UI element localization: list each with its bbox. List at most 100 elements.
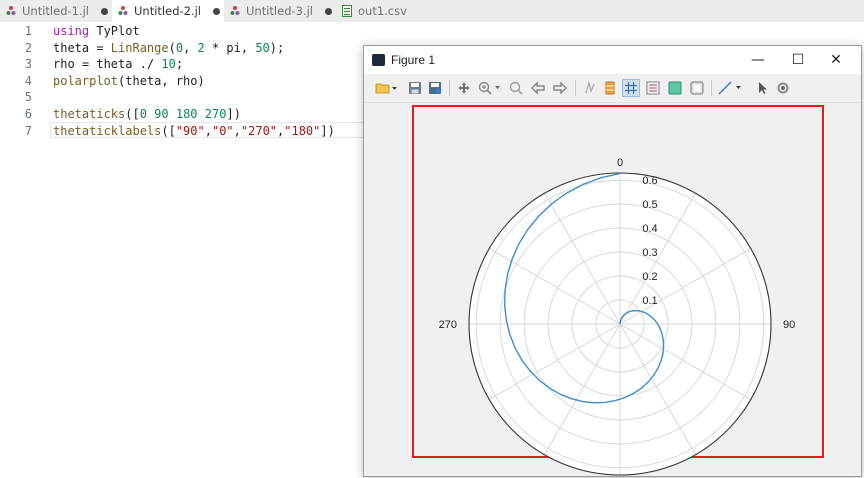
figure-app-icon <box>372 54 385 66</box>
julia-file-icon <box>118 6 128 15</box>
toolbar-separator <box>575 80 576 96</box>
line-number: 5 <box>24 90 32 105</box>
maximize-button[interactable]: ☐ <box>778 46 818 74</box>
code-token: thetaticks <box>53 107 126 121</box>
tab-label: Untitled-2.jl <box>134 4 202 18</box>
open-icon[interactable] <box>374 79 398 97</box>
julia-file-icon <box>230 6 240 15</box>
r-tick-label: 0.6 <box>642 175 657 187</box>
code-token: , <box>204 123 212 138</box>
forward-icon[interactable] <box>551 79 569 97</box>
modified-dot-icon <box>213 7 221 15</box>
line-number: 4 <box>24 73 32 88</box>
code-token: 270 <box>204 107 227 121</box>
code-token: , <box>183 40 198 55</box>
tab-out1-csv[interactable]: out1.csv <box>336 0 418 22</box>
colormap-icon[interactable] <box>666 79 684 97</box>
data-cursor-icon[interactable] <box>581 79 599 97</box>
r-tick-label: 0.3 <box>642 247 657 259</box>
code-token: "180" <box>284 123 321 138</box>
code-token: LinRange <box>110 40 169 55</box>
minimize-icon: — <box>751 52 765 68</box>
theta-tick-label: 90 <box>783 319 795 331</box>
tab-untitled-3[interactable]: Untitled-3.jl <box>224 0 336 22</box>
minimize-button[interactable]: — <box>738 46 778 74</box>
r-tick-label: 0.1 <box>642 295 657 307</box>
code-token: "0" <box>211 123 234 138</box>
code-token: 180 <box>175 107 198 121</box>
tab-untitled-2[interactable]: Untitled-2.jl <box>112 0 224 22</box>
code-token: using <box>53 24 90 38</box>
figure-title-bar[interactable]: Figure 1 — ☐ ✕ <box>364 46 861 74</box>
toolbar-separator <box>711 80 712 96</box>
box-icon[interactable] <box>688 79 706 97</box>
settings-icon[interactable] <box>774 79 792 97</box>
code-token: ([ <box>161 123 176 138</box>
line-number: 3 <box>24 57 32 72</box>
line-number: 6 <box>24 107 32 121</box>
code-token: ); <box>269 40 285 55</box>
code-token: (theta, rho) <box>118 73 205 88</box>
tab-label: Untitled-3.jl <box>246 4 314 18</box>
back-icon[interactable] <box>529 79 547 97</box>
theta-tick-label: 0 <box>617 157 623 169</box>
code-text: rho = theta ./ 10; <box>53 56 183 73</box>
julia-file-icon <box>6 6 16 15</box>
code-text: theta = LinRange(0, 2 * pi, 50); <box>53 40 284 57</box>
code-token: "270" <box>240 123 278 138</box>
line-number: 7 <box>24 123 32 138</box>
r-tick-label: 0.4 <box>642 223 657 235</box>
grid-icon[interactable] <box>622 79 640 97</box>
code-token: ]) <box>226 107 241 121</box>
zoom-reset-icon[interactable] <box>507 79 525 97</box>
code-token: 0 <box>139 107 147 121</box>
code-token: 90 <box>154 107 169 121</box>
code-text: thetaticks([0 90 180 270]) <box>53 106 241 123</box>
legend-icon[interactable] <box>644 79 662 97</box>
code-token: 0 <box>175 40 184 55</box>
code-token: 50 <box>255 40 270 55</box>
code-token: "90" <box>175 123 205 138</box>
code-token: polarplot <box>53 73 119 88</box>
zoom-in-icon[interactable] <box>477 79 503 97</box>
modified-dot-icon <box>325 7 333 15</box>
pan-icon[interactable] <box>455 79 473 97</box>
close-icon: ✕ <box>830 52 842 68</box>
line-icon[interactable] <box>717 79 745 97</box>
colorbar-icon[interactable] <box>601 79 619 97</box>
save-all-icon[interactable] <box>426 79 444 97</box>
code-token: ( <box>168 40 176 55</box>
tab-label: out1.csv <box>358 4 407 18</box>
maximize-icon: ☐ <box>791 52 805 68</box>
figure-title: Figure 1 <box>391 53 436 67</box>
code-token: ([ <box>125 107 140 121</box>
editor-tab-bar: Untitled-1.jl Untitled-2.jl Untitled-3.j… <box>0 0 864 23</box>
csv-file-icon <box>342 5 352 17</box>
code-token: thetaticklabels <box>53 123 162 138</box>
code-token: * pi, <box>204 40 256 55</box>
line-number: 1 <box>24 24 32 38</box>
code-token: 2 <box>197 40 205 55</box>
polar-chart[interactable]: 0.10.20.30.40.50.6090180270 <box>364 103 861 476</box>
code-token: rho = theta ./ <box>53 57 162 72</box>
figure-toolbar <box>364 74 861 103</box>
figure-window[interactable]: Figure 1 — ☐ ✕ 0.1 0.2 0.3 0.4 0.5 0.6 0… <box>363 45 862 477</box>
select-icon[interactable] <box>754 79 772 97</box>
code-token: , <box>233 123 241 138</box>
save-icon[interactable] <box>406 79 424 97</box>
tab-untitled-1[interactable]: Untitled-1.jl <box>0 0 112 22</box>
r-tick-label: 0.2 <box>642 271 657 283</box>
code-token: TyPlot <box>89 24 140 38</box>
theta-tick-label: 270 <box>439 319 457 331</box>
code-token: theta = <box>53 40 111 55</box>
code-token: ; <box>175 57 184 72</box>
toolbar-separator <box>449 80 450 96</box>
code-line[interactable]: 1 using TyPlot <box>0 23 864 40</box>
line-number: 2 <box>24 40 32 55</box>
close-button[interactable]: ✕ <box>816 46 856 74</box>
code-text: using TyPlot <box>53 23 140 40</box>
plot-area[interactable]: 0.10.20.30.40.50.6090180270 <box>364 103 861 476</box>
modified-dot-icon <box>101 7 109 15</box>
